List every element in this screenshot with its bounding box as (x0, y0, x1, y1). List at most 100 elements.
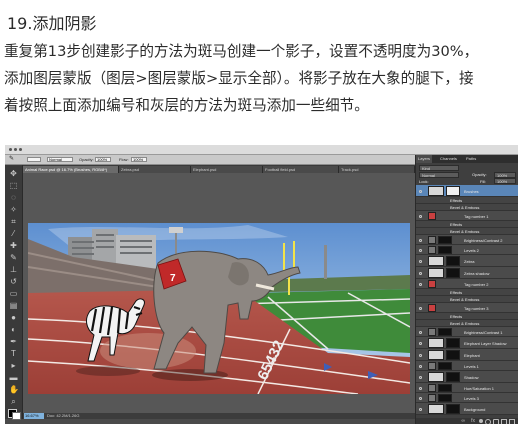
layer-row[interactable]: Tag number 3 (416, 303, 518, 313)
menu-bar[interactable] (5, 145, 518, 155)
brush-tool-icon[interactable]: ✎ (9, 253, 18, 262)
visibility-eye-icon[interactable] (419, 376, 422, 379)
history-brush-tool-icon[interactable]: ↺ (9, 277, 18, 286)
layer-row[interactable]: Levels 3 (416, 393, 518, 403)
layer-fill-input[interactable]: 100% (494, 178, 516, 184)
tab-channels[interactable]: Channels (438, 155, 459, 163)
new-group-icon[interactable] (493, 419, 499, 424)
visibility-eye-icon[interactable] (419, 408, 422, 411)
hand-tool-icon[interactable]: ✋ (9, 385, 19, 394)
layer-row[interactable]: Bevel & Emboss (416, 296, 518, 303)
visibility-eye-icon[interactable] (419, 365, 422, 368)
crop-tool-icon[interactable]: ⌗ (9, 217, 18, 226)
layer-row[interactable]: Elephant (416, 349, 518, 361)
opacity-input[interactable]: 100% (95, 157, 111, 162)
layer-row[interactable]: Tag number 1 (416, 211, 518, 221)
clone-stamp-tool-icon[interactable]: ⊥ (9, 265, 18, 274)
mode-select[interactable]: Normal (47, 157, 73, 162)
layer-row[interactable]: Effects (416, 197, 518, 204)
layer-row[interactable]: Effects (416, 221, 518, 228)
visibility-eye-icon[interactable] (419, 354, 422, 357)
layer-row[interactable]: Brightness/Contrast 1 (416, 327, 518, 337)
layer-mask-thumbnail[interactable] (446, 372, 460, 382)
background-color-swatch[interactable] (12, 412, 21, 420)
delete-layer-icon[interactable] (509, 419, 515, 424)
brush-preset-picker[interactable] (27, 157, 41, 162)
add-mask-icon[interactable] (479, 419, 483, 423)
visibility-eye-icon[interactable] (419, 387, 422, 390)
layer-mask-thumbnail[interactable] (446, 256, 460, 266)
layer-mask-thumbnail[interactable] (438, 236, 452, 244)
window-minimize-icon[interactable] (14, 148, 17, 151)
layer-row[interactable]: Elephant Layer Shadow (416, 337, 518, 349)
layer-mask-thumbnail[interactable] (438, 384, 452, 392)
layer-row[interactable]: Effects (416, 289, 518, 296)
visibility-eye-icon[interactable] (419, 239, 422, 242)
layer-mask-thumbnail[interactable] (438, 246, 452, 254)
layer-row[interactable]: Tag number 2 (416, 279, 518, 289)
visibility-eye-icon[interactable] (419, 190, 422, 193)
dodge-tool-icon[interactable]: ◐ (9, 325, 18, 334)
document-tab[interactable]: Zebra.psd (119, 166, 191, 173)
layer-filter-select[interactable]: Kind (419, 165, 459, 171)
layer-row[interactable]: Bevel & Emboss (416, 228, 518, 235)
eyedropper-tool-icon[interactable]: ⁄ (9, 229, 18, 238)
layer-row[interactable]: Zebra shadow (416, 267, 518, 279)
visibility-eye-icon[interactable] (419, 397, 422, 400)
type-tool-icon[interactable]: T (9, 349, 18, 358)
visibility-eye-icon[interactable] (419, 260, 422, 263)
visibility-eye-icon[interactable] (419, 272, 422, 275)
visibility-eye-icon[interactable] (419, 331, 422, 334)
healing-tool-icon[interactable]: ✚ (9, 241, 18, 250)
visibility-eye-icon[interactable] (419, 283, 422, 286)
eraser-tool-icon[interactable]: ▭ (9, 289, 18, 298)
layer-row[interactable]: Shadow (416, 371, 518, 383)
layer-mask-thumbnail[interactable] (446, 186, 460, 196)
layer-row[interactable]: Brightness/Contrast 2 (416, 235, 518, 245)
layer-row[interactable]: Background (416, 403, 518, 415)
visibility-eye-icon[interactable] (419, 342, 422, 345)
marquee-tool-icon[interactable]: ⬚ (9, 181, 18, 190)
tab-layers[interactable]: Layers (416, 155, 433, 163)
brush-tool-icon[interactable]: ✎ (9, 155, 14, 164)
document-tab[interactable]: Animal Race.psd @ 16.7% (Brushes, RGB/8*… (23, 166, 119, 173)
link-layers-icon[interactable]: ∞ (461, 418, 465, 424)
window-close-icon[interactable] (9, 148, 12, 151)
new-layer-icon[interactable] (501, 419, 507, 424)
layer-row[interactable]: Levels 2 (416, 245, 518, 255)
quick-select-tool-icon[interactable]: ✧ (9, 205, 18, 214)
flow-input[interactable]: 100% (131, 157, 147, 162)
path-select-tool-icon[interactable]: ▸ (9, 361, 18, 370)
layer-mask-thumbnail[interactable] (446, 268, 460, 278)
layer-mask-thumbnail[interactable] (446, 338, 460, 348)
zoom-level[interactable]: 16.67% (24, 413, 44, 419)
document-tab[interactable]: Track.psd (339, 166, 415, 173)
layer-mask-thumbnail[interactable] (438, 394, 452, 402)
adjustment-layer-icon[interactable] (485, 419, 491, 424)
layer-mask-thumbnail[interactable] (446, 404, 460, 414)
visibility-eye-icon[interactable] (419, 249, 422, 252)
document-tab[interactable]: Elephant.psd (191, 166, 263, 173)
canvas-area[interactable]: 65432 7 (23, 173, 415, 419)
tab-paths[interactable]: Paths (464, 155, 478, 163)
blur-tool-icon[interactable]: ● (9, 313, 18, 322)
layer-mask-thumbnail[interactable] (446, 350, 460, 360)
layer-mask-thumbnail[interactable] (438, 328, 452, 336)
visibility-eye-icon[interactable] (419, 215, 422, 218)
lasso-tool-icon[interactable]: ◌ (9, 193, 18, 202)
window-zoom-icon[interactable] (19, 148, 22, 151)
layer-row[interactable]: Bevel & Emboss (416, 320, 518, 327)
layer-mask-thumbnail[interactable] (438, 362, 452, 370)
layer-row[interactable]: Levels 1 (416, 361, 518, 371)
shape-tool-icon[interactable]: ▬ (9, 373, 18, 382)
layer-row[interactable]: Bevel & Emboss (416, 204, 518, 211)
visibility-eye-icon[interactable] (419, 307, 422, 310)
layer-row[interactable]: Effects (416, 313, 518, 320)
layer-row[interactable]: Hue/Saturation 1 (416, 383, 518, 393)
move-tool-icon[interactable]: ✥ (9, 169, 18, 178)
document-tab[interactable]: Football field.psd (263, 166, 339, 173)
blend-mode-select[interactable]: Normal (419, 172, 459, 178)
gradient-tool-icon[interactable]: ▤ (9, 301, 18, 310)
layer-style-icon[interactable]: fx (471, 418, 475, 424)
zoom-tool-icon[interactable]: ⌕ (9, 397, 18, 406)
